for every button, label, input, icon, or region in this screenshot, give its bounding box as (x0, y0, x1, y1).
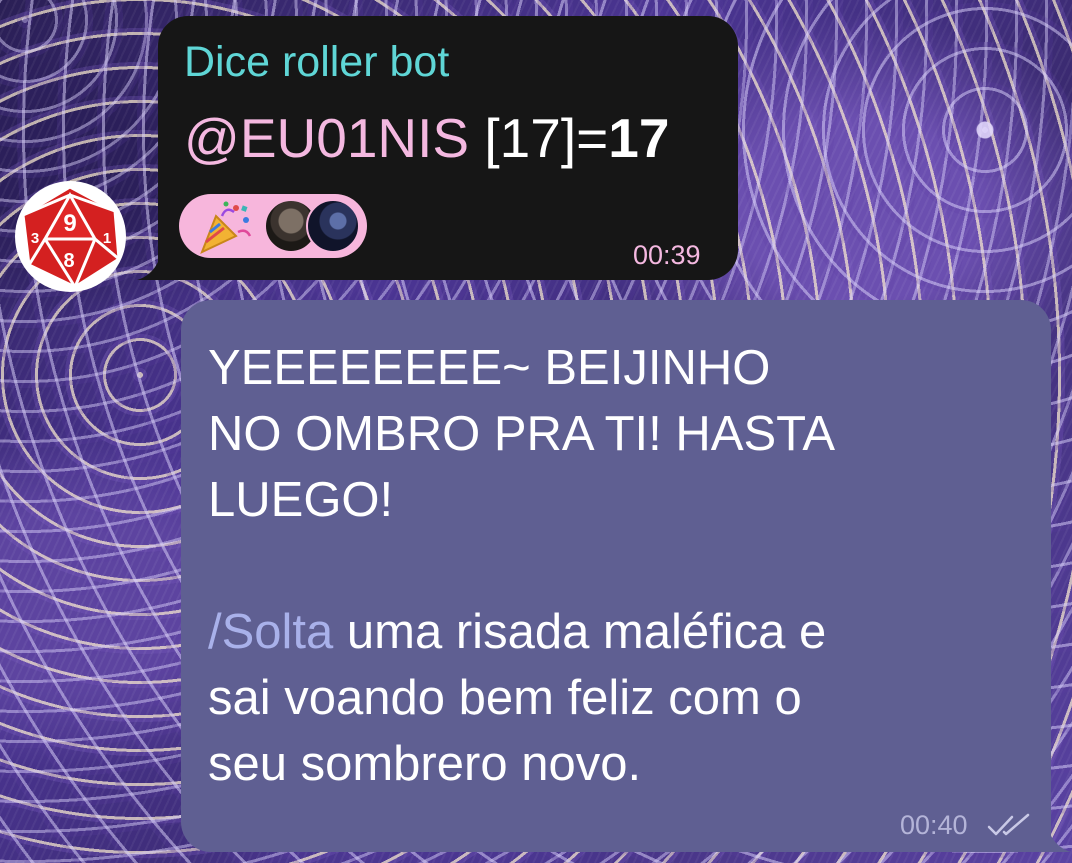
outgoing-timestamp: 00:40 (900, 810, 968, 840)
message-line: YEEEEEEEE~ BEIJINHO (208, 341, 771, 395)
message-line: seu sombrero novo. (208, 737, 642, 791)
user-mention-link[interactable]: @EU01NIS (184, 107, 469, 169)
svg-text:1: 1 (103, 230, 111, 247)
message-line: NO OMBRO PRA TI! HASTA (208, 407, 836, 461)
double-check-icon (987, 813, 1030, 836)
incoming-bubble-tail (137, 262, 167, 280)
svg-text:9: 9 (63, 210, 76, 237)
roll-detail: [17]= (469, 107, 609, 169)
message-line: uma risada maléfica e (333, 605, 827, 659)
message-line: sai voando bem feliz com o (208, 671, 802, 725)
party-popper-icon (200, 201, 252, 254)
sender-name[interactable]: Dice roller bot (184, 38, 449, 87)
reactor-avatar-2[interactable] (306, 199, 360, 253)
incoming-message-text: @EU01NIS [17]=17 (184, 106, 669, 170)
outgoing-bubble-tail (1041, 834, 1071, 852)
d20-dice-icon: 9 8 3 1 (21, 185, 121, 289)
bot-avatar[interactable]: 9 8 3 1 (15, 181, 126, 292)
bot-command-link[interactable]: /Solta (208, 605, 333, 659)
message-line: LUEGO! (208, 473, 394, 527)
svg-text:3: 3 (31, 230, 39, 247)
roll-total: 17 (608, 107, 670, 169)
incoming-timestamp: 00:39 (633, 240, 701, 270)
svg-text:8: 8 (63, 250, 74, 272)
outgoing-message-text: YEEEEEEEE~ BEIJINHO NO OMBRO PRA TI! HAS… (208, 335, 1038, 797)
